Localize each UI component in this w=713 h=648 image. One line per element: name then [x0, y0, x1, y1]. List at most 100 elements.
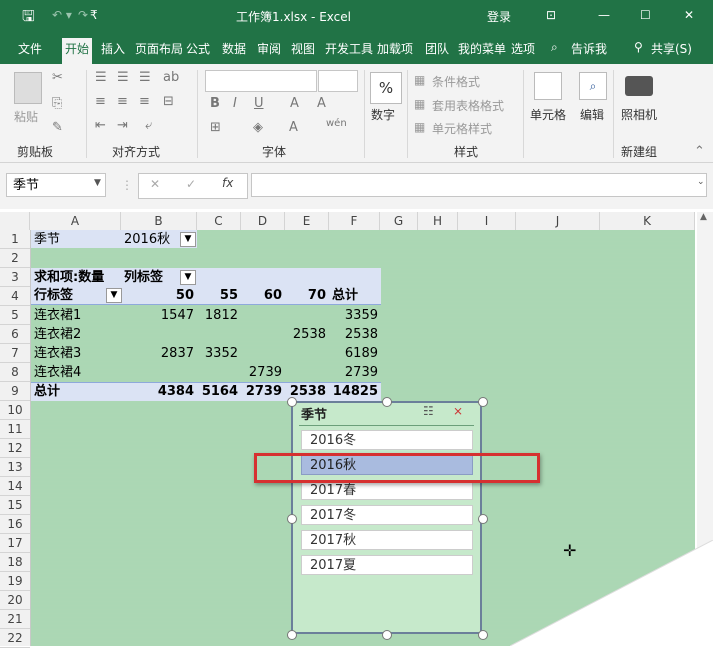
- row-header[interactable]: 8: [0, 363, 30, 382]
- col-header[interactable]: G: [380, 212, 418, 230]
- pivot-col-value[interactable]: 60: [241, 286, 282, 305]
- row-header[interactable]: 3: [0, 268, 30, 287]
- indent-increase-icon[interactable]: ⇥: [117, 118, 128, 133]
- tab-home[interactable]: 开始: [62, 38, 93, 64]
- pivot-value-cell[interactable]: 1547: [121, 306, 194, 325]
- row-header[interactable]: 20: [0, 591, 30, 610]
- pivot-row-name[interactable]: 连衣裙1: [34, 306, 81, 325]
- slicer-item[interactable]: 2017冬: [301, 505, 473, 525]
- col-header[interactable]: A: [30, 212, 121, 230]
- conditional-format-icon[interactable]: ▦: [414, 73, 425, 87]
- slicer-item[interactable]: 2017夏: [301, 555, 473, 575]
- insert-function-icon[interactable]: fx: [222, 176, 233, 190]
- pivot-sum-label[interactable]: 求和项:数量: [34, 268, 104, 287]
- tab-insert[interactable]: 插入: [101, 40, 125, 57]
- name-box[interactable]: 季节: [6, 173, 106, 197]
- row-header[interactable]: 2: [0, 249, 30, 268]
- col-header[interactable]: D: [241, 212, 285, 230]
- resize-handle[interactable]: [382, 397, 392, 407]
- maximize-icon[interactable]: ☐: [640, 8, 651, 22]
- filter-applied-icon[interactable]: ▼: [180, 232, 196, 247]
- tab-team[interactable]: 团队: [425, 40, 449, 57]
- cut-icon[interactable]: ✂: [52, 70, 63, 85]
- paste-button[interactable]: 粘贴: [14, 108, 38, 125]
- close-icon[interactable]: ✕: [684, 8, 694, 22]
- paste-icon[interactable]: [14, 72, 42, 104]
- format-painter-icon[interactable]: ✎: [52, 120, 63, 135]
- pivot-value-cell[interactable]: 2538: [329, 325, 378, 344]
- scroll-up-icon[interactable]: ▲: [700, 212, 707, 222]
- conditional-format-button[interactable]: 条件格式: [432, 73, 480, 90]
- tab-data[interactable]: 数据: [222, 40, 246, 57]
- tab-formulas[interactable]: 公式: [186, 40, 210, 57]
- font-shrink-icon[interactable]: A: [317, 96, 326, 111]
- pivot-row-name[interactable]: 连衣裙3: [34, 344, 81, 363]
- share-icon[interactable]: ⚲: [634, 40, 643, 54]
- align-top-icon[interactable]: ☰: [95, 70, 107, 85]
- phonetic-icon[interactable]: wén: [326, 118, 347, 129]
- pivot-value-cell[interactable]: 2837: [121, 344, 194, 363]
- camera-button[interactable]: 照相机: [621, 106, 657, 123]
- indent-decrease-icon[interactable]: ⇤: [95, 118, 106, 133]
- pivot-row-name[interactable]: 总计: [34, 382, 60, 401]
- multi-select-icon[interactable]: ☷: [423, 404, 434, 418]
- align-bottom-icon[interactable]: ☰: [139, 70, 151, 85]
- row-header[interactable]: 17: [0, 534, 30, 553]
- pivot-value-cell[interactable]: [241, 325, 282, 344]
- pivot-value-cell[interactable]: [241, 306, 282, 325]
- orientation-icon[interactable]: ab: [163, 70, 179, 85]
- pivot-value-cell[interactable]: 1812: [197, 306, 238, 325]
- resize-handle[interactable]: [478, 514, 488, 524]
- cancel-icon[interactable]: ✕: [150, 177, 160, 191]
- pivot-filter-label[interactable]: 季节: [34, 230, 60, 249]
- pivot-value-cell[interactable]: [197, 325, 238, 344]
- formula-input[interactable]: [251, 173, 707, 197]
- minimize-icon[interactable]: —: [598, 8, 610, 22]
- pivot-value-cell[interactable]: [197, 363, 238, 382]
- pivot-value-cell[interactable]: 6189: [329, 344, 378, 363]
- row-header[interactable]: 15: [0, 496, 30, 515]
- tell-me-icon[interactable]: ⌕: [551, 40, 558, 55]
- ribbon-display-icon[interactable]: ⊡: [546, 8, 556, 22]
- underline-icon[interactable]: U: [254, 96, 264, 111]
- row-header[interactable]: 1: [0, 230, 30, 249]
- row-header[interactable]: 9: [0, 382, 30, 401]
- wrap-text-icon[interactable]: ⤶: [145, 118, 152, 133]
- col-header[interactable]: B: [121, 212, 197, 230]
- row-header[interactable]: 11: [0, 420, 30, 439]
- clear-filter-icon[interactable]: ⨯: [453, 404, 463, 418]
- table-format-button[interactable]: 套用表格格式: [432, 97, 504, 114]
- align-middle-icon[interactable]: ☰: [117, 70, 129, 85]
- resize-handle[interactable]: [287, 514, 297, 524]
- italic-icon[interactable]: I: [233, 96, 237, 111]
- expand-formula-icon[interactable]: ⌄: [697, 177, 705, 187]
- resize-handle[interactable]: [382, 630, 392, 640]
- percent-icon[interactable]: %: [370, 72, 402, 104]
- pivot-row-label[interactable]: 行标签: [34, 286, 73, 305]
- collapse-ribbon-icon[interactable]: ⌃: [694, 144, 705, 159]
- pivot-value-cell[interactable]: 3359: [329, 306, 378, 325]
- pivot-col-value[interactable]: 55: [197, 286, 238, 305]
- col-header[interactable]: H: [418, 212, 458, 230]
- select-all-corner[interactable]: [0, 212, 30, 230]
- slicer-item[interactable]: 2017春: [301, 480, 473, 500]
- row-header[interactable]: 5: [0, 306, 30, 325]
- pivot-value-cell[interactable]: [121, 325, 194, 344]
- tab-my-menu[interactable]: 我的菜单: [458, 40, 506, 57]
- row-filter-icon[interactable]: ▼: [106, 288, 122, 303]
- table-format-icon[interactable]: ▦: [414, 97, 425, 111]
- merge-icon[interactable]: ⊟: [163, 94, 174, 109]
- cell-style-button[interactable]: 单元格样式: [432, 120, 492, 137]
- border-icon[interactable]: ⊞: [210, 120, 221, 135]
- font-size-combo[interactable]: [318, 70, 358, 92]
- pivot-value-cell[interactable]: [285, 306, 326, 325]
- camera-icon[interactable]: [625, 76, 653, 96]
- slicer-item[interactable]: 2016冬: [301, 430, 473, 450]
- cell-style-icon[interactable]: ▦: [414, 120, 425, 134]
- column-filter-icon[interactable]: ▼: [180, 270, 196, 285]
- row-header[interactable]: 18: [0, 553, 30, 572]
- pivot-value-cell[interactable]: 2739: [241, 382, 282, 401]
- pivot-value-cell[interactable]: 14825: [329, 382, 378, 401]
- pivot-filter-value[interactable]: 2016秋: [124, 230, 170, 249]
- col-header[interactable]: J: [516, 212, 600, 230]
